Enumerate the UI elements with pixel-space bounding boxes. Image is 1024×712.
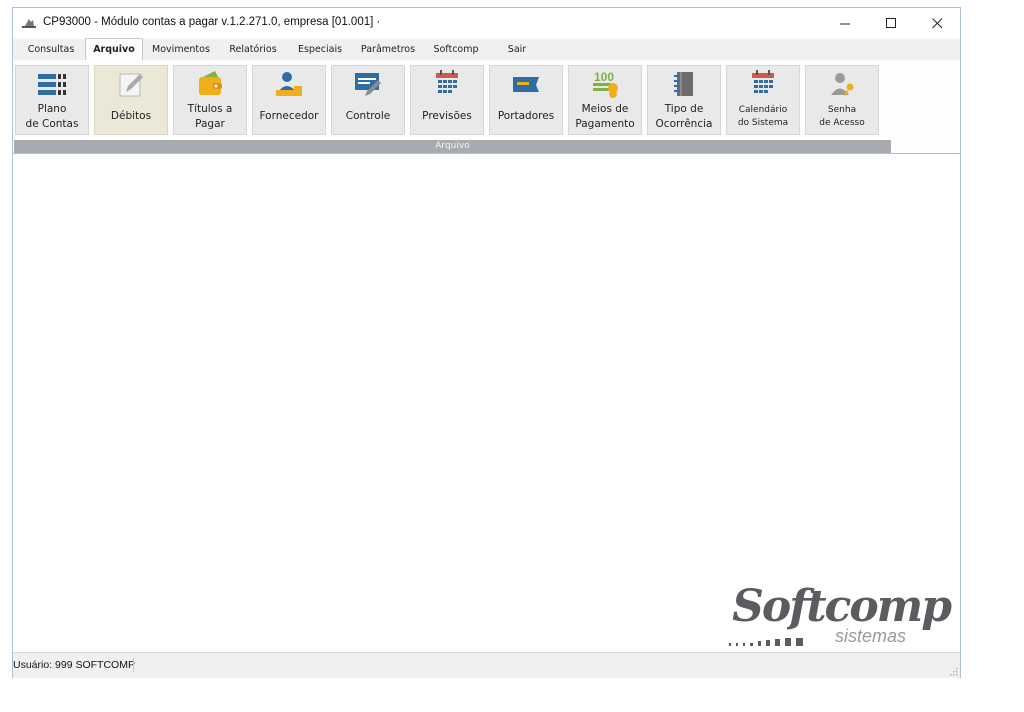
wallet-icon xyxy=(199,71,222,95)
list-icon xyxy=(38,74,66,95)
menu-movimentos[interactable]: Movimentos xyxy=(149,39,213,60)
softcomp-logo: Softcomp sistemas xyxy=(720,581,952,654)
tipo-de-ocorrencia-button[interactable]: Tipo de Ocorrência xyxy=(647,65,721,135)
resize-grip-icon[interactable] xyxy=(948,666,958,676)
meios-de-pagamento-button[interactable]: 100 Meios de Pagamento xyxy=(568,65,642,135)
menu-arquivo[interactable]: Arquivo xyxy=(85,38,143,60)
fornecedor-button[interactable]: Fornecedor xyxy=(252,65,326,135)
plano-de-contas-label: Plano de Contas xyxy=(25,103,79,130)
plano-de-contas-button[interactable]: Plano de Contas xyxy=(15,65,89,135)
close-button[interactable] xyxy=(914,8,960,39)
previsoes-button[interactable]: Previsões xyxy=(410,65,484,135)
status-separator xyxy=(133,658,134,672)
previsoes-label: Previsões xyxy=(422,110,472,122)
controle-label: Controle xyxy=(345,110,391,122)
status-bar: Usuário: 999 SOFTCOMP xyxy=(13,652,960,678)
ribbon: Plano de Contas Débitos Títulos a Pagar xyxy=(13,60,960,154)
app-icon xyxy=(22,19,36,28)
person-icon xyxy=(276,72,302,96)
logo-brand: Softcomp xyxy=(732,581,952,632)
titulos-a-pagar-label: Títulos a Pagar xyxy=(187,103,233,130)
pencil-icon xyxy=(119,73,143,97)
main-content-area xyxy=(13,154,960,652)
window-title: CP93000 - Módulo contas a pagar v.1.2.27… xyxy=(43,16,381,28)
tipo-de-ocorrencia-label: Tipo de Ocorrência xyxy=(655,103,713,130)
money-icon: 100 xyxy=(593,70,618,98)
maximize-icon xyxy=(885,18,896,28)
title-bar[interactable]: CP93000 - Módulo contas a pagar v.1.2.27… xyxy=(13,8,960,39)
menu-especiais[interactable]: Especiais xyxy=(292,39,348,60)
menu-parametros[interactable]: Parâmetros xyxy=(356,39,420,60)
app-window: CP93000 - Módulo contas a pagar v.1.2.27… xyxy=(12,7,961,678)
menu-softcomp[interactable]: Softcomp xyxy=(429,39,483,60)
senha-de-acesso-button[interactable]: Senha de Acesso xyxy=(805,65,879,135)
fornecedor-label: Fornecedor xyxy=(259,110,319,122)
portadores-button[interactable]: Portadores xyxy=(489,65,563,135)
controle-button[interactable]: Controle xyxy=(331,65,405,135)
edit-window-icon xyxy=(355,73,381,96)
calendario-do-sistema-label: Calendário do Sistema xyxy=(737,105,789,128)
maximize-button[interactable] xyxy=(868,8,914,39)
close-icon xyxy=(931,18,942,29)
minimize-icon xyxy=(839,23,850,25)
svg-text:100: 100 xyxy=(594,70,614,84)
ribbon-group-label: Arquivo xyxy=(14,140,891,153)
tag-icon xyxy=(513,77,539,92)
meios-de-pagamento-label: Meios de Pagamento xyxy=(575,103,635,130)
status-user: Usuário: 999 SOFTCOMP xyxy=(13,659,135,671)
calendario-do-sistema-button[interactable]: Calendário do Sistema xyxy=(726,65,800,135)
minimize-button[interactable] xyxy=(822,8,868,39)
menu-consultas[interactable]: Consultas xyxy=(21,39,81,60)
logo-dots xyxy=(729,638,803,646)
senha-de-acesso-label: Senha de Acesso xyxy=(819,105,865,128)
portadores-label: Portadores xyxy=(497,110,555,122)
notebook-icon xyxy=(674,72,693,96)
calendar-icon xyxy=(752,70,774,93)
titulos-a-pagar-button[interactable]: Títulos a Pagar xyxy=(173,65,247,135)
menu-relatorios[interactable]: Relatórios xyxy=(225,39,281,60)
calendar-icon xyxy=(436,70,458,93)
menu-bar: Consultas Arquivo Movimentos Relatórios … xyxy=(13,38,960,60)
user-key-icon xyxy=(831,73,854,97)
debitos-button[interactable]: Débitos xyxy=(94,65,168,135)
menu-sair[interactable]: Sair xyxy=(500,39,534,60)
debitos-label: Débitos xyxy=(110,110,152,122)
logo-subtitle: sistemas xyxy=(834,626,906,646)
